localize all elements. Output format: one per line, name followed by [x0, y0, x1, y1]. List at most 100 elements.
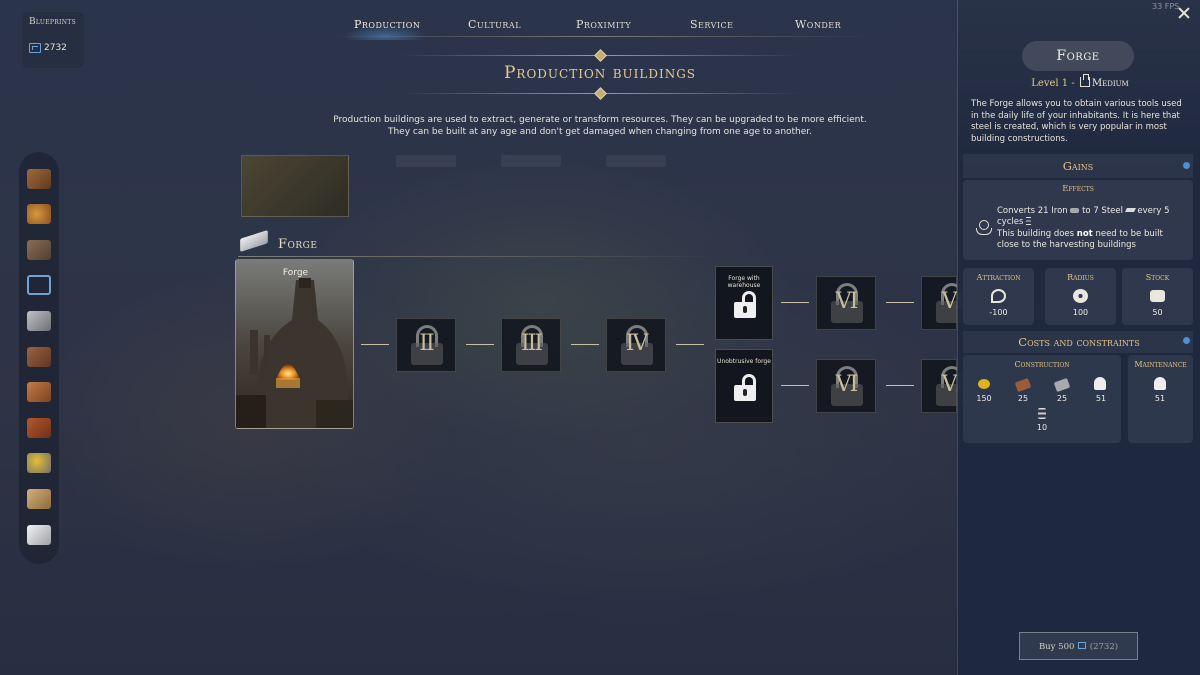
- iron-icon: [1070, 208, 1080, 213]
- steel-icon[interactable]: [27, 525, 51, 545]
- locked-level-card[interactable]: II: [396, 318, 456, 372]
- stat-value: 100: [1072, 308, 1089, 317]
- effect-conversion-line: Converts 21 Iron to 7 Steel every 5 cycl…: [997, 206, 1187, 229]
- blueprint-icon: [29, 43, 41, 53]
- level-numeral: VI: [835, 372, 859, 397]
- level-numeral: IV: [625, 331, 649, 356]
- tab-proximity[interactable]: Proximity: [576, 18, 631, 31]
- gains-title: Gains: [1062, 159, 1094, 173]
- buy-blueprints-button[interactable]: Buy 500 (2732): [1019, 632, 1138, 660]
- blueprints-value: 2732: [44, 43, 67, 53]
- tree-connector: [466, 344, 494, 345]
- stat-radius: Radius 100: [1045, 268, 1116, 325]
- branch-label: Forge with warehouse: [727, 275, 761, 289]
- section-title: Forge: [278, 237, 318, 252]
- hourglass-icon: [1026, 217, 1032, 226]
- building-level-line: Level 1 - Medium: [960, 74, 1200, 89]
- section-rule: [238, 256, 718, 257]
- forge-card-label: Forge: [282, 268, 309, 278]
- radius-icon: [1073, 289, 1088, 303]
- stat-label: Stock: [1145, 273, 1170, 282]
- branch-unobtrusive-forge-card[interactable]: Unobtrusive forge: [715, 349, 773, 423]
- food-icon[interactable]: [27, 204, 51, 224]
- parchment-icon[interactable]: [27, 489, 51, 509]
- level-numeral: VI: [835, 289, 859, 314]
- blueprint-grid-icon[interactable]: [27, 275, 51, 295]
- brick-icon[interactable]: [27, 418, 51, 438]
- stat-value: -100: [989, 308, 1008, 317]
- construction-plank-value: 25: [1017, 394, 1029, 403]
- fps-counter: 33 FPS: [1152, 2, 1180, 11]
- unlocked-padlock-icon: [734, 374, 756, 401]
- level-separator: -: [1071, 78, 1075, 89]
- construction-worker-value: 51: [1095, 394, 1107, 403]
- construction-time-value: 10: [1036, 423, 1048, 432]
- stat-label: Attraction: [976, 273, 1021, 282]
- tab-wonder[interactable]: Wonder: [795, 18, 841, 31]
- building-level: Level 1: [1031, 78, 1069, 89]
- tree-connector: [886, 385, 914, 386]
- branch-forge-with-warehouse-card[interactable]: Forge with warehouse: [715, 266, 773, 340]
- attraction-icon: [991, 289, 1006, 303]
- effect-note-pre: This building does: [997, 228, 1075, 239]
- page-description-line-1: Production buildings are used to extract…: [333, 115, 867, 125]
- forge-illustration: [236, 260, 353, 428]
- tree-connector: [886, 302, 914, 303]
- construction-iron-value: 25: [1056, 394, 1068, 403]
- placeholder-bar: [606, 155, 666, 167]
- page-description-line-2: They can be built at any age and don't g…: [387, 127, 813, 137]
- worker-icon: [1094, 377, 1106, 390]
- stat-value: 50: [1152, 308, 1163, 317]
- stock-icon: [1150, 290, 1165, 302]
- forge-level-1-card[interactable]: Forge: [235, 259, 354, 429]
- effect-note-line: This building does not need to be built …: [997, 229, 1187, 252]
- effect-note-bold: not: [1076, 228, 1093, 239]
- effect-converts: Converts 21 Iron: [997, 206, 1068, 216]
- costs-title: Costs and constraints: [1018, 335, 1140, 349]
- locked-level-card[interactable]: IV: [606, 318, 666, 372]
- copper-icon[interactable]: [27, 382, 51, 402]
- ore-icon[interactable]: [27, 240, 51, 260]
- tab-cultural[interactable]: Cultural: [468, 18, 521, 31]
- maintenance-worker-value: 51: [1154, 394, 1166, 403]
- building-name: Forge: [1056, 48, 1100, 64]
- maintenance-label: Maintenance: [1134, 360, 1187, 369]
- locked-level-card[interactable]: VI: [921, 359, 968, 413]
- locked-level-card[interactable]: VI: [816, 359, 876, 413]
- blueprints-title: Blueprints: [29, 17, 76, 27]
- level-numeral: II: [419, 331, 434, 356]
- building-size-icon: [1079, 74, 1090, 87]
- placeholder-bar: [501, 155, 561, 167]
- effect-to: to 7 Steel: [1082, 206, 1123, 216]
- buy-button-label: Buy 500 (2732): [1020, 642, 1137, 652]
- stat-attraction: Attraction -100: [963, 268, 1034, 325]
- tree-connector: [781, 385, 809, 386]
- level-numeral: III: [520, 331, 543, 356]
- construction-label: Construction: [1014, 360, 1070, 369]
- plank-icon[interactable]: [27, 347, 51, 367]
- villager-effect-icon: [975, 220, 993, 236]
- previous-building-thumbnail[interactable]: [241, 155, 349, 217]
- unlocked-padlock-icon: [734, 291, 756, 318]
- effects-label: Effects: [1062, 184, 1094, 194]
- gold-icon: [978, 379, 990, 389]
- stat-label: Radius: [1067, 273, 1094, 282]
- page-description: Production buildings are used to extract…: [300, 114, 900, 138]
- gold-ore-icon[interactable]: [27, 453, 51, 473]
- locked-level-card[interactable]: III: [501, 318, 561, 372]
- gains-info-icon[interactable]: [1183, 162, 1190, 169]
- locked-level-card[interactable]: VI: [921, 276, 968, 330]
- locked-level-card[interactable]: VI: [816, 276, 876, 330]
- costs-info-icon[interactable]: [1183, 337, 1190, 344]
- blueprints-value-row: 2732: [29, 43, 67, 53]
- construction-gold-value: 150: [976, 394, 992, 403]
- tab-service[interactable]: Service: [690, 18, 734, 31]
- tab-production[interactable]: Production: [354, 18, 420, 31]
- buy-suffix: (2732): [1089, 642, 1119, 652]
- close-icon[interactable]: [1177, 6, 1191, 20]
- iron-icon[interactable]: [27, 311, 51, 331]
- tree-connector: [571, 344, 599, 345]
- building-description: The Forge allows you to obtain various t…: [971, 99, 1182, 144]
- wood-icon[interactable]: [27, 169, 51, 189]
- steel-icon: [1124, 208, 1136, 212]
